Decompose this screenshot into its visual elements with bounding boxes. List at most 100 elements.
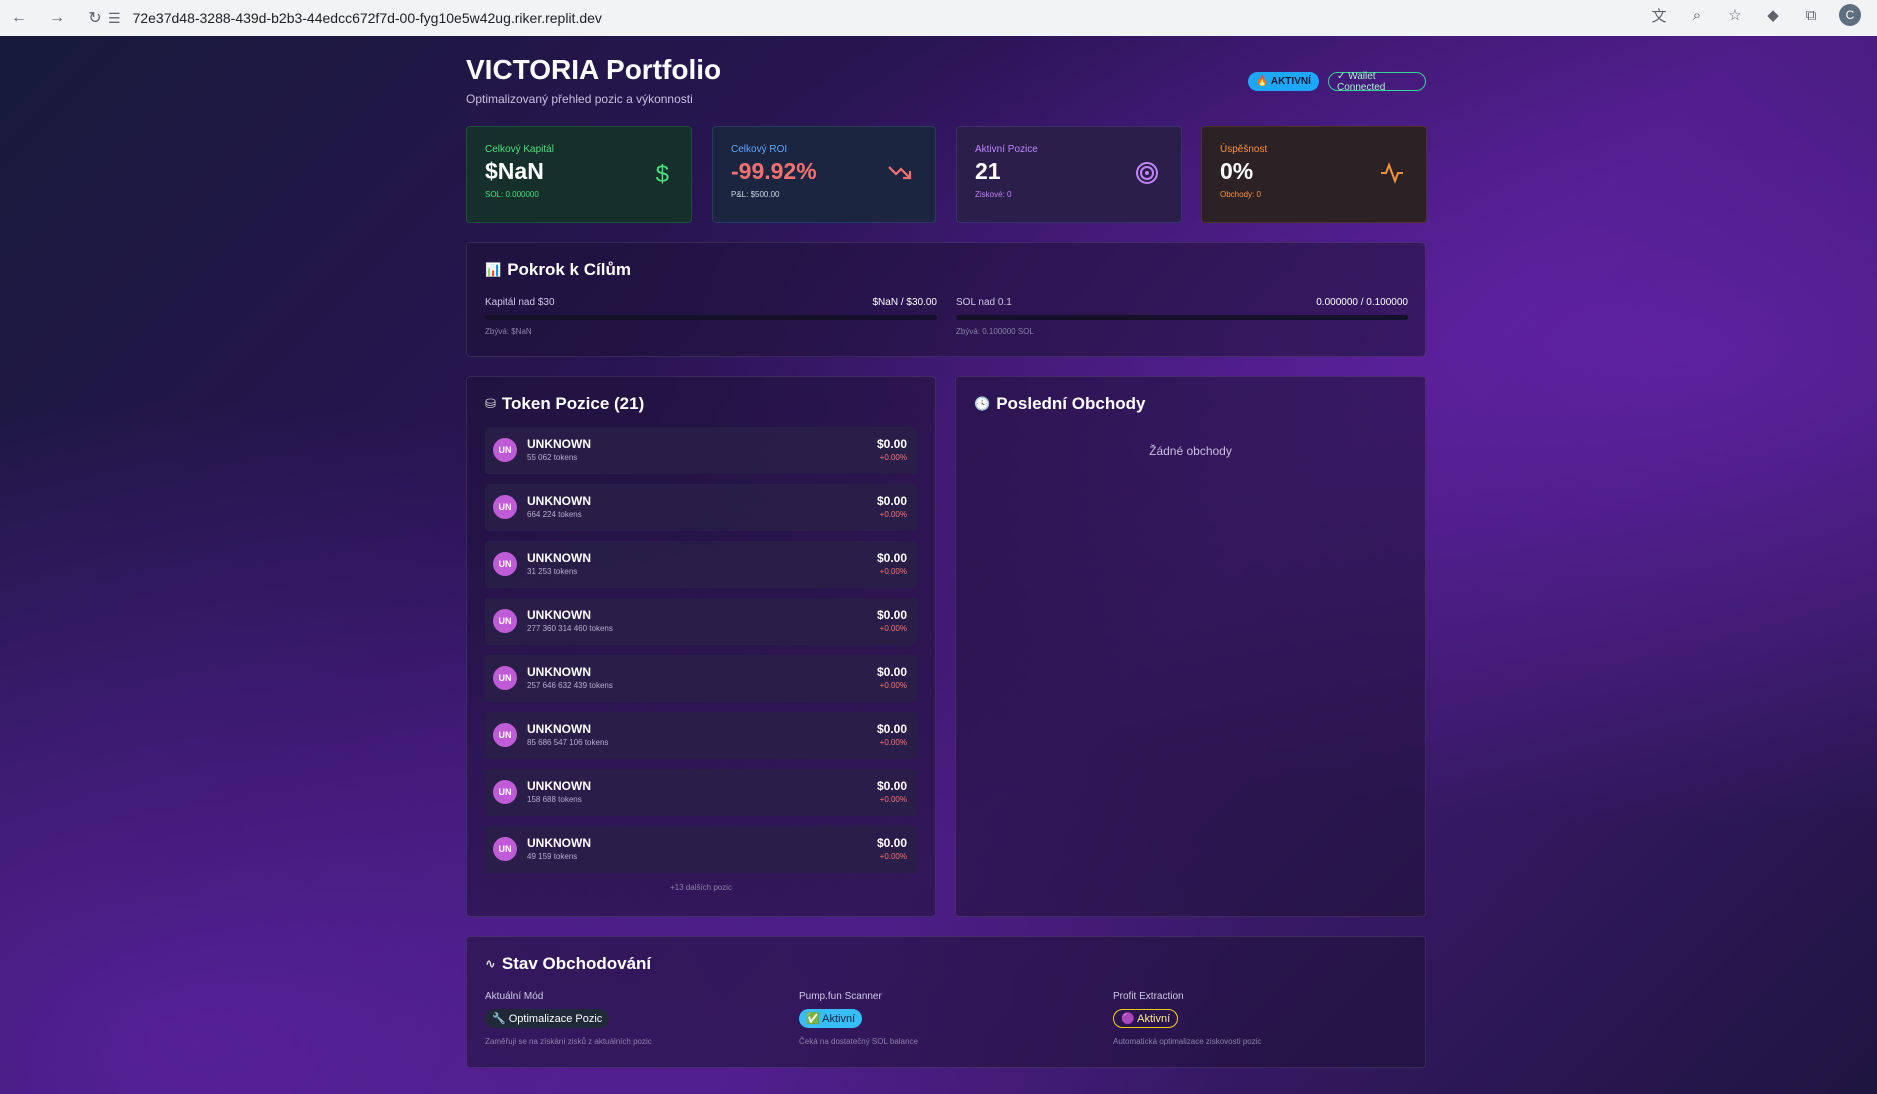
- token-row[interactable]: UN UNKNOWN 85 686 547 106 tokens $0.00 +0.00…: [485, 712, 917, 759]
- scanner-pill: ✅ Aktivní: [799, 1009, 863, 1028]
- token-avatar: UN: [493, 723, 517, 747]
- status-heading: ∿ Stav Obchodování: [485, 954, 1407, 974]
- coins-icon: ⛁: [485, 396, 496, 411]
- token-row[interactable]: UN UNKNOWN 277 360 314 460 tokens $0.00 +0.0…: [485, 598, 917, 645]
- stat-label: Aktivní Pozice: [975, 144, 1038, 155]
- stat-label: Celkový Kapitál: [485, 144, 554, 155]
- token-amount: 31 253 tokens: [527, 567, 578, 576]
- token-avatar: UN: [493, 495, 517, 519]
- token-name: UNKNOWN: [527, 608, 591, 622]
- goal-value: $NaN / $30.00: [872, 297, 938, 308]
- token-change: +0.00%: [879, 510, 907, 519]
- goal-remaining: Zbývá: $NaN: [485, 327, 532, 336]
- token-name: UNKNOWN: [527, 836, 591, 850]
- activity-icon: ∿: [485, 956, 496, 971]
- status-label: Pump.fun Scanner: [799, 991, 882, 1002]
- stat-label: Celkový ROI: [731, 144, 788, 155]
- token-row[interactable]: UN UNKNOWN 158 688 tokens $0.00 +0.00%: [485, 769, 917, 816]
- goal-capital: Kapitál nad $30 $NaN / $30.00 Zbývá: $Na…: [485, 297, 937, 336]
- goal-remaining: Zbývá: 0.100000 SOL: [956, 327, 1034, 336]
- forward-icon[interactable]: →: [38, 9, 76, 27]
- token-row[interactable]: UN UNKNOWN 49 159 tokens $0.00 +0.00%: [485, 826, 917, 873]
- wallet-badge: ✓ Wallet Connected: [1328, 71, 1426, 93]
- goals-heading: 📊 Pokrok k Cílům: [485, 260, 1407, 280]
- stat-sub: P&L: $500.00: [731, 190, 780, 199]
- token-value: $0.00: [876, 779, 907, 793]
- status-label: Profit Extraction: [1113, 991, 1184, 1002]
- back-icon[interactable]: ←: [0, 9, 38, 27]
- token-change: +0.00%: [879, 453, 907, 462]
- trades-heading: 🕓 Poslední Obchody: [974, 394, 1407, 414]
- token-amount: 277 360 314 460 tokens: [527, 624, 613, 633]
- token-avatar: UN: [493, 552, 517, 576]
- token-row[interactable]: UN UNKNOWN 664 224 tokens $0.00 +0.00%: [485, 484, 917, 531]
- token-list: UN UNKNOWN 55 062 tokens $0.00 +0.00% UN UNKNO…: [485, 427, 917, 873]
- token-change: +0.00%: [879, 795, 907, 804]
- puzzle-icon[interactable]: ⧉: [1801, 7, 1821, 24]
- token-value: $0.00: [876, 722, 907, 736]
- browser-toolbar: ← → ↻ ☰ 72e37d48-3288-439d-b2b3-44edcc67…: [0, 0, 1877, 36]
- more-positions[interactable]: +13 dalších pozic: [485, 883, 917, 892]
- bookmark-star-icon[interactable]: ☆: [1725, 6, 1745, 24]
- recent-trades-panel: 🕓 Poslední Obchody Žádné obchody: [955, 376, 1426, 917]
- status-profit: Profit Extraction 🟣 Aktivní Automatická …: [1113, 991, 1413, 1046]
- token-amount: 49 159 tokens: [527, 852, 578, 861]
- stat-card-positions: Aktivní Pozice 21 Ziskové: 0: [956, 126, 1182, 223]
- bar-chart-icon: 📊: [485, 262, 502, 277]
- goal-label: SOL nad 0.1: [956, 297, 1012, 308]
- goal-progress-bar: [956, 315, 1408, 320]
- goals-panel: 📊 Pokrok k Cílům Kapitál nad $30 $NaN / …: [466, 242, 1426, 357]
- token-avatar: UN: [493, 666, 517, 690]
- status-title: Stav Obchodování: [501, 954, 652, 973]
- page-subtitle: Optimalizovaný přehled pozic a výkonnost…: [466, 92, 693, 106]
- address-bar[interactable]: ☰ 72e37d48-3288-439d-b2b3-44edcc672f7d-0…: [108, 3, 1748, 33]
- site-settings-icon[interactable]: ☰: [108, 10, 121, 27]
- trending-down-icon: [887, 161, 913, 190]
- token-row[interactable]: UN UNKNOWN 55 062 tokens $0.00 +0.00%: [485, 427, 917, 474]
- status-label: Aktuální Mód: [485, 991, 544, 1002]
- token-change: +0.00%: [879, 852, 907, 861]
- token-value: $0.00: [876, 551, 907, 565]
- status-desc: Zaměřuji se na získání zisků z aktuálníc…: [485, 1037, 652, 1046]
- token-name: UNKNOWN: [527, 665, 591, 679]
- token-name: UNKNOWN: [527, 494, 591, 508]
- goal-label: Kapitál nad $30: [485, 297, 555, 308]
- token-change: +0.00%: [879, 624, 907, 633]
- token-change: +0.00%: [879, 681, 907, 690]
- token-avatar: UN: [493, 609, 517, 633]
- page: VICTORIA Portfolio Optimalizovaný přehle…: [0, 36, 1877, 1094]
- profile-avatar[interactable]: C: [1839, 4, 1861, 26]
- token-name: UNKNOWN: [527, 722, 591, 736]
- token-row[interactable]: UN UNKNOWN 257 646 632 439 tokens $0.00 +0.0…: [485, 655, 917, 702]
- token-positions-panel: ⛁ Token Pozice (21) UN UNKNOWN 55 062 toke…: [466, 376, 936, 917]
- token-value: $0.00: [876, 494, 907, 508]
- goal-progress-bar: [485, 315, 937, 320]
- token-row[interactable]: UN UNKNOWN 31 253 tokens $0.00 +0.00%: [485, 541, 917, 588]
- no-trades-message: Žádné obchody: [1149, 444, 1232, 458]
- status-desc: Čeká na dostatečný SOL balance: [799, 1037, 918, 1046]
- trades-title: Poslední Obchody: [996, 394, 1146, 413]
- token-amount: 85 686 547 106 tokens: [527, 738, 609, 747]
- clock-icon: 🕓: [974, 396, 991, 411]
- token-value: $0.00: [876, 608, 907, 622]
- stat-label: Úspěšnost: [1220, 144, 1268, 155]
- token-avatar: UN: [493, 780, 517, 804]
- extension-icon[interactable]: ◆: [1763, 6, 1783, 24]
- token-amount: 158 688 tokens: [527, 795, 582, 804]
- profit-pill: 🟣 Aktivní: [1113, 1009, 1179, 1028]
- activity-icon: [1380, 161, 1404, 192]
- goal-sol: SOL nad 0.1 0.000000 / 0.100000 Zbývá: 0…: [956, 297, 1408, 336]
- token-value: $0.00: [876, 437, 907, 451]
- active-badge: 🔥 AKTIVNÍ: [1248, 72, 1319, 91]
- token-avatar: UN: [493, 837, 517, 861]
- url-text[interactable]: 72e37d48-3288-439d-b2b3-44edcc672f7d-00-…: [133, 10, 602, 26]
- stat-sub: SOL: 0.000000: [485, 190, 539, 199]
- status-scanner: Pump.fun Scanner ✅ Aktivní Čeká na dosta…: [799, 991, 1099, 1046]
- translate-icon[interactable]: 文: [1649, 5, 1669, 26]
- token-name: UNKNOWN: [527, 551, 591, 565]
- stat-card-success: Úspěšnost 0% Obchody: 0: [1201, 126, 1427, 223]
- zoom-icon[interactable]: ⌕: [1687, 7, 1707, 24]
- token-avatar: UN: [493, 438, 517, 462]
- token-value: $0.00: [876, 836, 907, 850]
- stat-value: $NaN: [485, 158, 544, 184]
